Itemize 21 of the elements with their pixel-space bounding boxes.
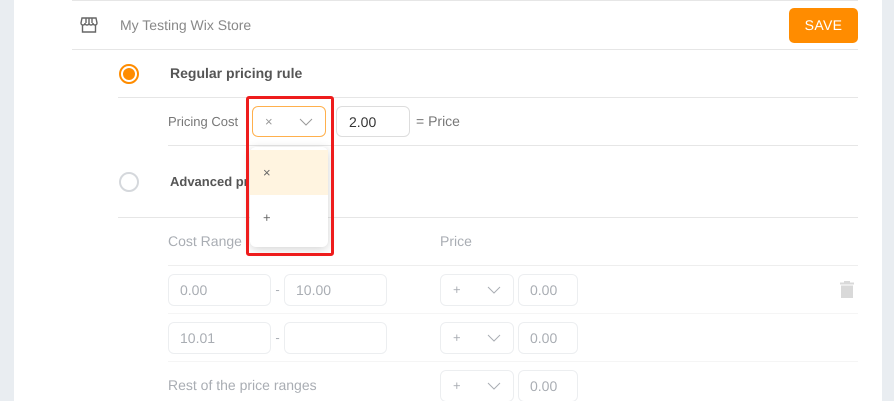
dropdown-option[interactable]: × bbox=[250, 150, 328, 195]
store-name: My Testing Wix Store bbox=[120, 16, 252, 35]
rule-label: Regular pricing rule bbox=[170, 64, 302, 83]
rest-ranges-label: Rest of the price ranges bbox=[168, 376, 318, 395]
chevron-down-icon bbox=[487, 382, 501, 390]
radio-button[interactable] bbox=[119, 64, 139, 84]
range-dash: - bbox=[275, 328, 280, 347]
radio-button[interactable] bbox=[119, 172, 139, 192]
chevron-down-icon bbox=[487, 334, 501, 342]
pricing-cost-label: Pricing Cost bbox=[168, 112, 240, 131]
chevron-down-icon bbox=[299, 118, 313, 126]
operator-select[interactable]: × bbox=[252, 106, 326, 137]
price-label: = Price bbox=[416, 112, 460, 131]
store-icon bbox=[80, 17, 98, 33]
column-header: Cost Range bbox=[168, 232, 243, 251]
save-button[interactable]: SAVE bbox=[789, 8, 858, 42]
dropdown-option[interactable]: + bbox=[250, 195, 328, 240]
range-dash: - bbox=[275, 280, 280, 299]
chevron-down-icon bbox=[487, 286, 501, 294]
multiplier-field[interactable]: 2.00 bbox=[336, 106, 410, 137]
column-header: Price bbox=[440, 232, 472, 251]
